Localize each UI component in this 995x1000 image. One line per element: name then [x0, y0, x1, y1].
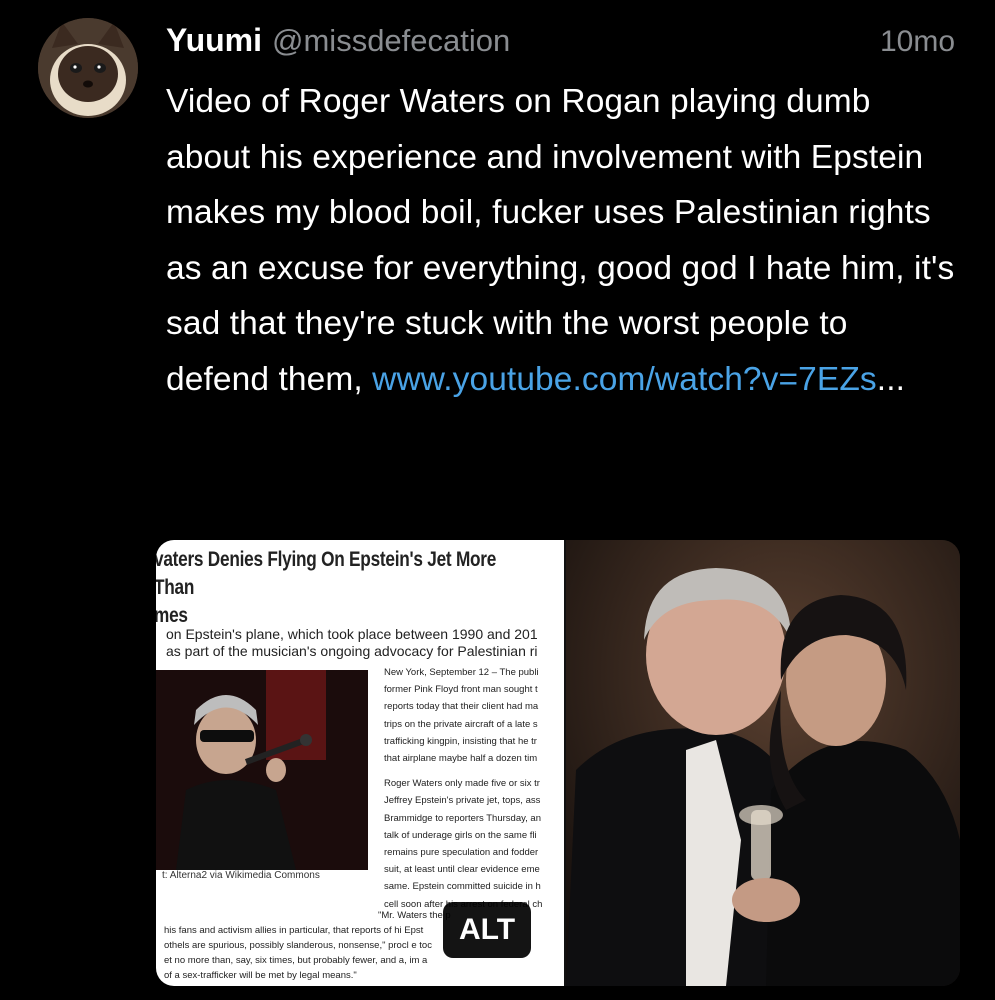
article-photo [156, 670, 368, 870]
display-name[interactable]: Yuumi [166, 22, 262, 59]
article-line: remains pure speculation and fodder [384, 847, 539, 859]
article-subheadline: on Epstein's plane, which took place bet… [166, 626, 564, 660]
article-headline-line1: vaters Denies Flying On Epstein's Jet Mo… [156, 548, 497, 599]
alt-text-badge[interactable]: ALT [443, 902, 531, 958]
article-line: suit, at least until clear evidence eme [384, 864, 540, 876]
article-subheadline-line2: as part of the musician's ongoing advoca… [166, 643, 538, 659]
article-line: same. Epstein committed suicide in h [384, 881, 541, 893]
article-line: talk of underage girls on the same fli [384, 829, 537, 841]
avatar[interactable] [38, 18, 138, 118]
article-headline: vaters Denies Flying On Epstein's Jet Mo… [156, 546, 498, 630]
post-timestamp[interactable]: 10mo [880, 25, 961, 59]
article-line: former Pink Floyd front man sought t [384, 684, 538, 696]
post[interactable]: Yuumi @missdefecation 10mo Video of Roge… [166, 22, 961, 407]
article-line: trafficking kingpin, insisting that he t… [384, 735, 537, 747]
post-header: Yuumi @missdefecation 10mo [166, 22, 961, 66]
cat-avatar-image [38, 18, 138, 118]
photo-image[interactable] [566, 540, 960, 986]
post-link-ellipsis: ... [876, 360, 906, 398]
photo-illustration [566, 540, 960, 986]
article-screenshot-image[interactable]: vaters Denies Flying On Epstein's Jet Mo… [156, 540, 564, 986]
article-line-spacer [384, 767, 564, 775]
post-text-body: Video of Roger Waters on Rogan playing d… [166, 83, 955, 398]
article-line: Jeffrey Epstein's private jet, tops, ass [384, 795, 541, 807]
article-column: New York, September 12 – The publi forme… [384, 664, 564, 913]
article-line: New York, September 12 – The publi [384, 667, 539, 678]
media-attachment[interactable]: vaters Denies Flying On Epstein's Jet Mo… [156, 540, 960, 986]
article-subheadline-line1: on Epstein's plane, which took place bet… [166, 626, 538, 642]
post-text: Video of Roger Waters on Rogan playing d… [166, 74, 956, 407]
user-handle[interactable]: @missdefecation [272, 23, 510, 59]
article-line: that airplane maybe half a dozen tim [384, 753, 538, 765]
post-link[interactable]: www.youtube.com/watch?v=7EZs [372, 361, 877, 398]
article-bottom-line: of a sex-trafficker will be met by legal… [164, 970, 357, 981]
article-line: reports today that their client had ma [384, 701, 539, 713]
article-line: trips on the private aircraft of a late … [384, 718, 538, 730]
photo-credit: t: Alterna2 via Wikimedia Commons [162, 870, 320, 881]
article-line: Roger Waters only made five or six tr [384, 778, 540, 790]
article-line: Brammidge to reporters Thursday, an [384, 812, 541, 824]
